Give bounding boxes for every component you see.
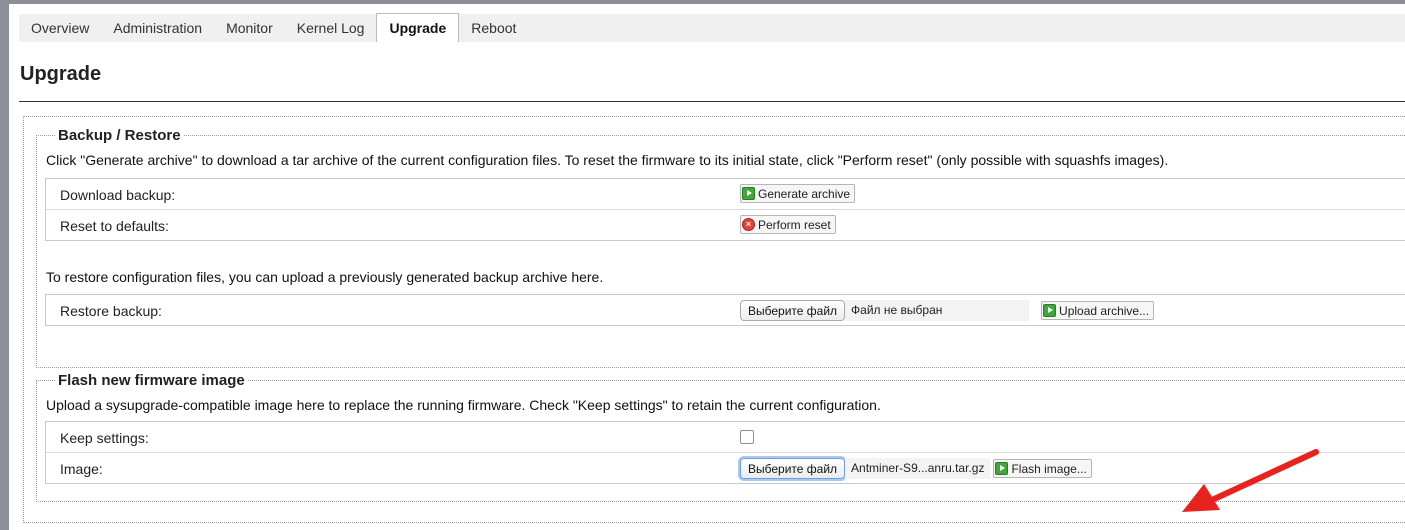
- main-content: Upgrade Backup / Restore Click "Generate…: [19, 42, 1405, 530]
- keep-settings-field: [740, 427, 754, 444]
- flash-image-label: Flash image...: [1011, 461, 1087, 476]
- upload-archive-button[interactable]: Upload archive...: [1041, 301, 1155, 320]
- download-backup-label: Download backup:: [60, 187, 176, 203]
- image-file-name: Antminer-S9...anru.tar.gz: [845, 458, 991, 479]
- perform-reset-label: Perform reset: [758, 217, 831, 232]
- image-label: Image:: [60, 461, 103, 477]
- generate-archive-button[interactable]: Generate archive: [740, 184, 856, 203]
- play-icon: [742, 187, 755, 200]
- window-left-border: [0, 0, 9, 530]
- play-icon: [995, 462, 1009, 475]
- generate-archive-label: Generate archive: [758, 186, 851, 201]
- tab-kernel-log[interactable]: Kernel Log: [285, 14, 377, 42]
- play-icon: [1043, 304, 1057, 317]
- reset-defaults-row: Reset to defaults: × Perform reset: [46, 210, 1405, 240]
- restore-description: To restore configuration files, you can …: [46, 269, 604, 285]
- restore-choose-file-button[interactable]: Выберите файл: [740, 300, 846, 321]
- restore-file-name: Файл не выбран: [845, 300, 1030, 321]
- download-backup-row: Download backup: Generate archive: [46, 179, 1405, 210]
- tab-upgrade[interactable]: Upgrade: [376, 13, 460, 43]
- tab-reboot[interactable]: Reboot: [459, 14, 528, 42]
- backup-restore-legend: Backup / Restore: [58, 127, 181, 144]
- upload-archive-label: Upload archive...: [1059, 303, 1150, 318]
- tab-monitor[interactable]: Monitor: [214, 14, 285, 42]
- image-field: Выберите файл Antminer-S9...anru.tar.gz …: [740, 458, 1092, 479]
- backup-description: Click "Generate archive" to download a t…: [46, 152, 1169, 168]
- keep-settings-label: Keep settings:: [60, 430, 149, 446]
- tab-bar: Overview Administration Monitor Kernel L…: [19, 13, 1405, 43]
- download-backup-field: Generate archive: [740, 184, 856, 203]
- app-window: Overview Administration Monitor Kernel L…: [0, 0, 1405, 530]
- title-divider: [19, 101, 1405, 102]
- perform-reset-button[interactable]: × Perform reset: [740, 215, 836, 234]
- restore-backup-field: Выберите файл Файл не выбран Upload arch…: [740, 300, 1155, 321]
- flash-firmware-legend: Flash new firmware image: [58, 372, 245, 389]
- annotation-arrow-icon: [1182, 449, 1319, 512]
- reset-defaults-field: × Perform reset: [740, 215, 836, 234]
- tab-administration[interactable]: Administration: [101, 14, 214, 42]
- flash-image-button[interactable]: Flash image...: [993, 459, 1092, 478]
- restore-backup-row: Restore backup: Выберите файл Файл не вы…: [46, 295, 1405, 325]
- restore-options-table: Restore backup: Выберите файл Файл не вы…: [45, 294, 1405, 326]
- image-choose-file-button[interactable]: Выберите файл: [740, 458, 846, 479]
- backup-options-table: Download backup: Generate archive Reset …: [45, 178, 1405, 241]
- close-circle-icon: ×: [742, 218, 755, 231]
- reset-defaults-label: Reset to defaults:: [60, 218, 169, 234]
- flash-description: Upload a sysupgrade-compatible image her…: [46, 397, 881, 413]
- page-title: Upgrade: [20, 63, 102, 85]
- window-top-border: [9, 0, 1405, 4]
- tab-overview[interactable]: Overview: [19, 14, 101, 42]
- restore-backup-label: Restore backup:: [60, 303, 162, 319]
- keep-settings-checkbox[interactable]: [740, 430, 754, 444]
